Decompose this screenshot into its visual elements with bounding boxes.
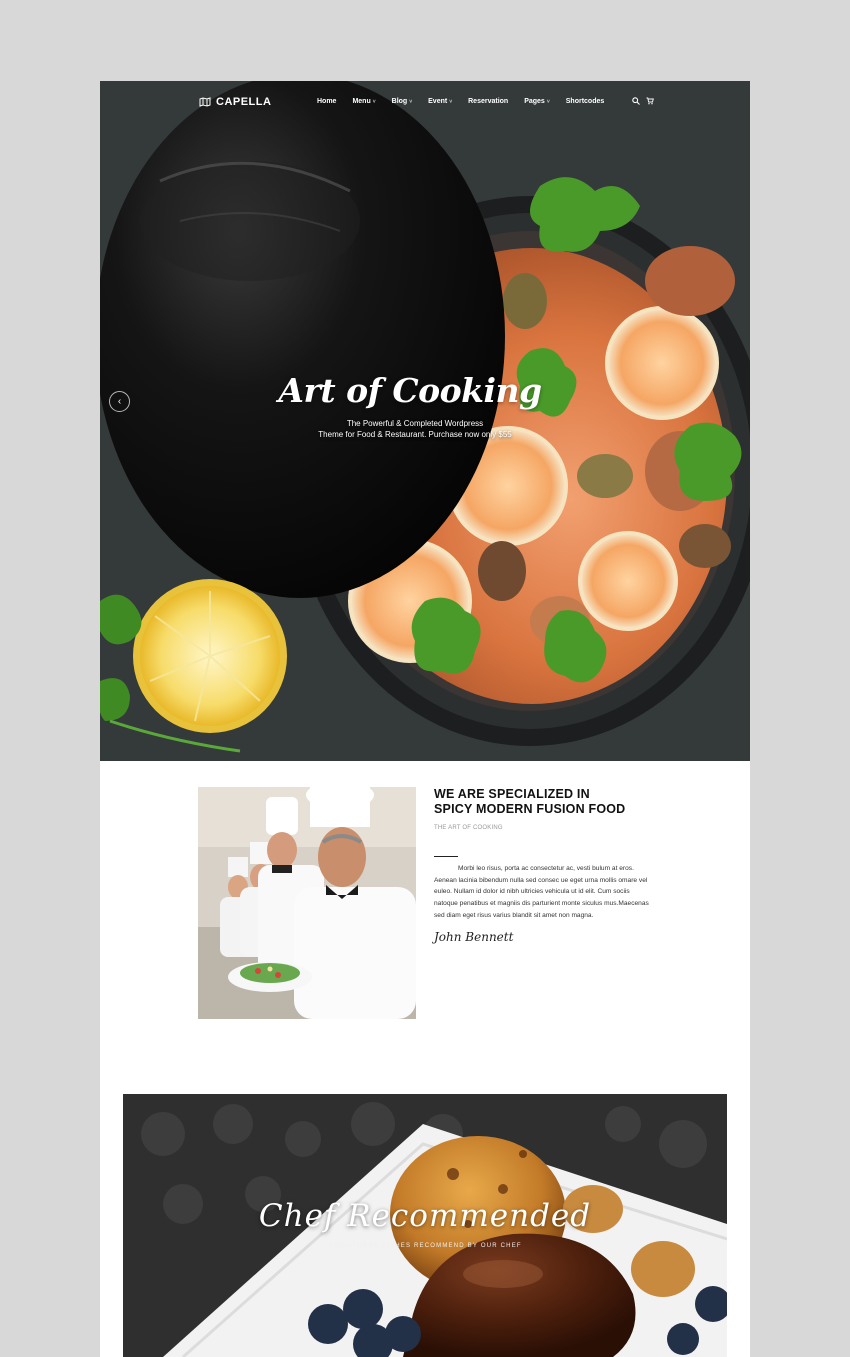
- nav-item-label: Menu: [352, 98, 371, 105]
- about-kicker: THE ART OF COOKING: [434, 825, 503, 831]
- nav-item-label: Reservation: [468, 98, 509, 105]
- chevron-down-icon: ˅: [372, 98, 376, 105]
- search-icon[interactable]: [632, 97, 640, 105]
- nav-item-blog[interactable]: Blog ˅: [392, 98, 412, 105]
- chevron-down-icon: ˅: [546, 98, 550, 105]
- nav-menu: Home Menu ˅ Blog ˅ Event ˅ Reservation Page…: [317, 98, 620, 105]
- cart-icon[interactable]: [646, 97, 654, 105]
- map-icon: [199, 97, 211, 107]
- chevron-down-icon: ˅: [409, 98, 413, 105]
- nav-item-home[interactable]: Home: [317, 98, 336, 105]
- recommended-title: Chef Recommended: [258, 1198, 592, 1234]
- hero-subtitle-line: The Powerful & Completed Wordpress: [346, 419, 484, 428]
- nav-item-menu[interactable]: Menu ˅: [352, 98, 375, 105]
- chevron-down-icon: ˅: [449, 98, 453, 105]
- hero-caption: Art of Cooking The Powerful & Completed …: [100, 371, 750, 440]
- nav-item-label: Shortcodes: [565, 98, 605, 105]
- nav-item-reservation[interactable]: Reservation: [468, 98, 508, 105]
- nav-item-pages[interactable]: Pages ˅: [524, 98, 550, 105]
- nav-item-shortcodes[interactable]: Shortcodes: [566, 98, 605, 105]
- nav-item-event[interactable]: Event ˅: [428, 98, 452, 105]
- chef-recommended-banner: Chef Recommended SIGNATURES DISHES RECOM…: [123, 1094, 727, 1357]
- hero-subtitle-line: Theme for Food & Restaurant. Purchase no…: [318, 430, 512, 439]
- divider: [434, 856, 458, 857]
- hero-title: Art of Cooking: [278, 371, 542, 410]
- nav-icons: [632, 97, 654, 105]
- site-logo[interactable]: CAPELLA: [199, 96, 271, 108]
- chef-signature: John Bennett: [434, 929, 514, 944]
- about-section: WE ARE SPECIALIZED IN SPICY MODERN FUSIO…: [434, 787, 654, 944]
- nav-item-label: Home: [317, 98, 337, 105]
- hero-subtitle: The Powerful & Completed Wordpress Theme…: [100, 418, 750, 440]
- about-body: Morbi leo risus, porta ac consectetur ac…: [434, 865, 649, 919]
- nav-item-label: Pages: [524, 98, 545, 105]
- main-navigation: CAPELLA Home Menu ˅ Blog ˅ Event ˅ Reservat…: [100, 81, 750, 125]
- about-heading-line: SPICY MODERN FUSION FOOD: [434, 802, 626, 816]
- page-frame: CAPELLA Home Menu ˅ Blog ˅ Event ˅ Reservat…: [100, 81, 750, 1357]
- recommended-subtitle: SIGNATURES DISHES RECOMMEND BY OUR CHEF: [328, 1243, 522, 1249]
- logo-text: CAPELLA: [216, 96, 272, 108]
- chef-team-photo: [198, 787, 416, 1019]
- hero-slider: CAPELLA Home Menu ˅ Blog ˅ Event ˅ Reservat…: [100, 81, 750, 761]
- about-heading-line: WE ARE SPECIALIZED IN: [434, 787, 590, 801]
- nav-item-label: Event: [428, 98, 448, 105]
- about-heading: WE ARE SPECIALIZED IN SPICY MODERN FUSIO…: [434, 787, 654, 817]
- nav-item-label: Blog: [391, 98, 408, 105]
